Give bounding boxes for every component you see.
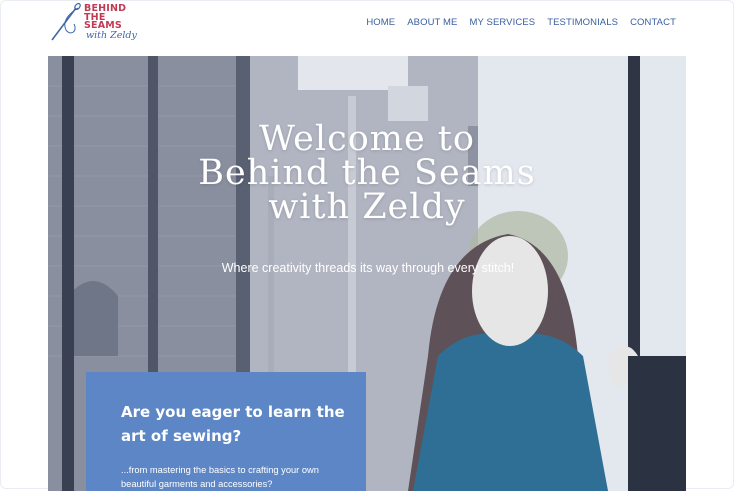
card-heading: Are you eager to learn the art of sewing…: [121, 403, 345, 445]
intro-card: Are you eager to learn the art of sewing…: [86, 372, 366, 491]
nav-contact[interactable]: CONTACT: [630, 17, 676, 28]
hero-title-line-1: Welcome to: [259, 119, 475, 159]
nav-testimonials[interactable]: TESTIMONIALS: [547, 17, 618, 28]
hero-section: Welcome to Behind the Seams with Zeldy W…: [48, 56, 686, 491]
logo-wordmark: BEHIND THE SEAMS: [84, 4, 126, 31]
nav-about-me[interactable]: ABOUT ME: [407, 17, 457, 28]
hero-subtitle: Where creativity threads its way through…: [221, 261, 515, 275]
nav-my-services[interactable]: MY SERVICES: [469, 17, 535, 28]
site-header: BEHIND THE SEAMS with Zeldy HOME ABOUT M…: [0, 0, 736, 50]
hero-title-line-3: with Zeldy: [268, 187, 466, 227]
main-nav: HOME ABOUT ME MY SERVICES TESTIMONIALS C…: [366, 17, 676, 28]
card-text: ...from mastering the basics to crafting…: [121, 465, 319, 489]
hero-title: Welcome to Behind the Seams with Zeldy: [48, 119, 686, 227]
logo-script: with Zeldy: [86, 30, 137, 41]
hero-title-line-2: Behind the Seams: [198, 153, 536, 193]
site-logo[interactable]: BEHIND THE SEAMS with Zeldy: [48, 2, 148, 44]
needle-and-thread-icon: [51, 2, 81, 41]
nav-home[interactable]: HOME: [366, 17, 395, 28]
